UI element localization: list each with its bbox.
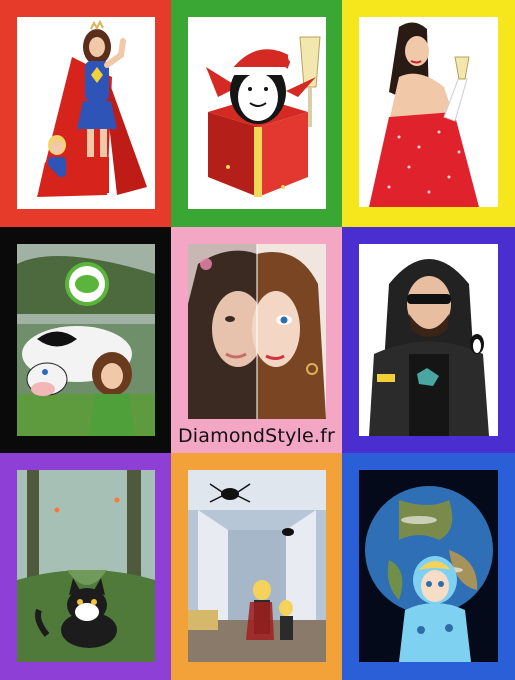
tile-portrait[interactable]: DiamondStyle.fr	[171, 227, 342, 453]
tile-vegan-cow[interactable]	[0, 227, 171, 453]
tile-bearded-man-image	[359, 244, 498, 436]
tile-kitten[interactable]	[0, 453, 171, 680]
tile-christmas-image	[188, 17, 326, 209]
tile-superhero[interactable]	[0, 0, 171, 227]
tile-vegan-cow-image	[17, 244, 155, 436]
tile-superhero-image	[17, 17, 155, 209]
tile-bearded-man[interactable]	[342, 227, 515, 453]
tile-earth-baby-image	[359, 470, 498, 662]
tile-portrait-image	[188, 244, 326, 419]
tile-red-dress-image	[359, 17, 498, 207]
tile-christmas[interactable]	[171, 0, 342, 227]
tile-kitten-image	[17, 470, 155, 662]
tile-red-dress[interactable]	[342, 0, 515, 227]
tile-halloween[interactable]	[171, 453, 342, 680]
tile-halloween-image	[188, 470, 326, 662]
tile-earth-baby[interactable]	[342, 453, 515, 680]
watermark-caption: DiamondStyle.fr	[177, 425, 336, 447]
